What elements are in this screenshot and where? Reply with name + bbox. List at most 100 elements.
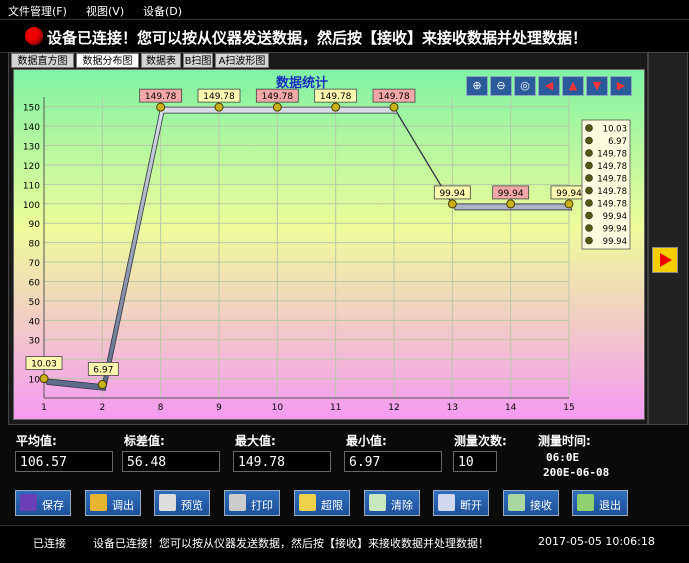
folder-icon [90,494,107,511]
data-point [506,199,516,209]
data-label: 149.78 [262,92,294,102]
std-value: 56.48 [122,451,220,472]
data-point [39,374,49,384]
plot-frame: 数据统计 10203040506070809010011012013014015… [13,69,645,420]
data-point [564,199,574,209]
legend-item: 10.03 [603,125,627,135]
arrow-up-icon[interactable]: ▲ [562,76,584,96]
legend-marker [585,186,593,195]
print-label: 打印 [251,499,273,512]
menu-bar: 文件管理(F) 视图(V) 设备(D) [0,0,689,18]
legend-item: 149.78 [597,200,627,210]
status-datetime: 2017-05-05 10:06:18 [538,535,655,548]
chart-panel: 数据直方图 数据分布图 数据表 B扫图 A扫波形图 数据统计 102030405… [8,52,648,425]
tab-bscan[interactable]: B扫图 [183,53,213,68]
exit-button[interactable]: 退出 [572,490,628,516]
limit-icon [299,494,316,511]
load-button[interactable]: 调出 [85,490,141,516]
count-label: 测量次数: [454,434,507,448]
x-tick-label: 13 [447,403,458,413]
x-tick-label: 15 [563,403,574,413]
expand-arrow-icon[interactable] [652,247,678,273]
load-label: 调出 [112,499,134,512]
time-label: 测量时间: [538,434,591,448]
arrow-right-icon[interactable]: ▶ [610,76,632,96]
data-point [272,102,282,112]
data-label: 99.94 [556,189,582,199]
chart-svg: 数据统计 10203040506070809010011012013014015… [14,70,644,419]
x-tick-label: 11 [330,403,341,413]
receive-button[interactable]: 接收 [503,490,559,516]
zoom-in-icon[interactable]: ⊕ [466,76,488,96]
avg-value: 106.57 [15,451,113,472]
x-tick-label: 2 [99,403,105,413]
data-label: 149.78 [320,92,352,102]
zoom-out-icon[interactable]: ⊖ [490,76,512,96]
disconnect-button[interactable]: 断开 [433,490,489,516]
x-tick-label: 12 [388,403,399,413]
printer-icon [229,494,246,511]
legend-item: 149.78 [597,175,627,185]
clear-label: 清除 [391,499,413,512]
receive-label: 接收 [530,499,552,512]
legend-item: 99.94 [603,237,627,247]
limit-button[interactable]: 超限 [294,490,350,516]
y-tick-label: 120 [23,162,40,172]
status-message: 设备已连接！您可以按从仪器发送数据，然后按【接收】来接收数据并处理数据！ [93,537,489,550]
chart-title: 数据统计 [276,75,328,91]
legend-marker [585,124,593,132]
tab-distribution[interactable]: 数据分布图 [76,53,139,68]
save-button[interactable]: 保存 [15,490,71,516]
legend-item: 149.78 [597,187,627,197]
legend-marker [585,149,593,157]
magnifier-icon [159,494,176,511]
right-side-panel [648,52,688,425]
arrow-down-icon[interactable]: ▼ [586,76,608,96]
legend-marker [585,199,593,207]
arrow-left-icon[interactable]: ◀ [538,76,560,96]
y-tick-label: 30 [29,337,41,347]
legend-marker [585,136,593,145]
status-dot-icon [25,27,43,45]
tab-histogram[interactable]: 数据直方图 [11,53,74,68]
data-label: 10.03 [31,360,57,370]
x-tick-label: 9 [216,403,222,413]
menu-device[interactable]: 设备(D) [143,3,182,19]
data-label: 6.97 [93,365,113,375]
y-tick-label: 10 [29,376,41,386]
preview-label: 预览 [181,499,203,512]
x-tick-label: 8 [158,403,164,413]
data-label: 149.78 [203,92,235,102]
exit-label: 退出 [599,499,621,512]
legend-item: 99.94 [603,212,627,222]
y-tick-label: 40 [29,317,41,327]
zoom-reset-icon[interactable]: ◎ [514,76,536,96]
data-point [97,379,107,389]
preview-button[interactable]: 预览 [154,490,210,516]
clear-button[interactable]: 清除 [364,490,420,516]
measure-time: 06:0E [546,451,580,464]
menu-file[interactable]: 文件管理(F) [8,3,67,19]
y-tick-label: 110 [23,181,40,191]
disconnect-icon [438,494,455,511]
legend-marker [585,211,593,220]
count-value: 10 [453,451,497,472]
y-tick-label: 70 [29,259,41,269]
exit-icon [577,494,594,511]
x-tick-label: 14 [505,403,517,413]
data-label: 99.94 [498,189,524,199]
print-button[interactable]: 打印 [224,490,280,516]
y-tick-label: 100 [23,201,40,211]
y-tick-label: 140 [23,123,40,133]
data-label: 149.78 [145,92,177,102]
min-label: 最小值: [346,434,387,448]
data-point [214,102,224,112]
data-point [447,199,457,209]
legend-item: 149.78 [597,162,627,172]
menu-view[interactable]: 视图(V) [86,3,124,19]
recycle-icon [369,494,386,511]
tab-data-table[interactable]: 数据表 [141,53,181,68]
connection-status: 已连接 [33,537,66,550]
status-banner: 设备已连接！您可以按从仪器发送数据，然后按【接收】来接收数据并处理数据！ [0,19,689,53]
tab-ascan[interactable]: A扫波形图 [215,53,269,68]
